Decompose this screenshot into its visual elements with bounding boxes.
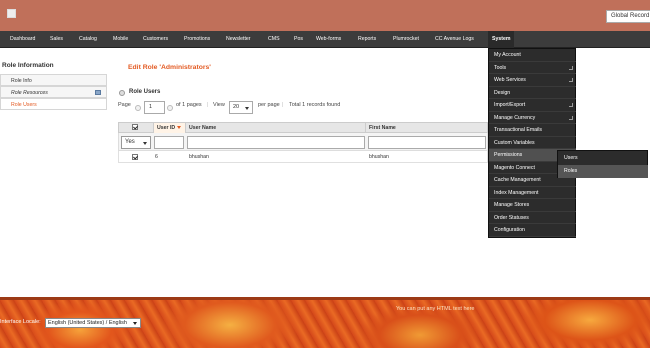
- prev-page-icon[interactable]: [135, 105, 141, 111]
- nav-newsletter[interactable]: Newsletter: [226, 31, 251, 48]
- grid-header: User ID User Name First Name: [118, 122, 488, 133]
- tab-role-users[interactable]: Role Users: [0, 98, 107, 110]
- permissions-submenu: Users Roles: [557, 150, 648, 178]
- header-bar: [0, 0, 650, 31]
- nav-promotions[interactable]: Promotions: [184, 31, 210, 48]
- page-title: Edit Role 'Administrators': [128, 64, 211, 71]
- table-row[interactable]: [118, 151, 488, 163]
- nav-catalog[interactable]: Catalog: [79, 31, 97, 48]
- pager-records-found: Total 1 records found: [289, 102, 341, 108]
- edit-icon: [95, 90, 101, 95]
- menu-item-tools[interactable]: Tools: [489, 62, 576, 74]
- per-page-value: 20: [233, 104, 240, 110]
- menu-item-index-management[interactable]: Index Management: [489, 187, 576, 199]
- user-id-filter-input[interactable]: [154, 136, 184, 149]
- cell-first-name: bhushan: [369, 154, 389, 160]
- menu-item-design[interactable]: Design: [489, 87, 576, 99]
- menu-item-manage-currency-label: Manage Currency: [494, 114, 536, 121]
- sort-arrow-icon: [177, 126, 182, 129]
- menu-item-web-services[interactable]: Web Services: [489, 74, 576, 87]
- sidebar-title: Role Information: [2, 62, 54, 69]
- menu-item-web-services-label: Web Services: [494, 77, 526, 83]
- column-user-id[interactable]: User ID: [154, 123, 186, 133]
- submenu-arrow-icon: [569, 115, 573, 120]
- menu-item-order-statuses[interactable]: Order Statuses: [489, 212, 576, 224]
- global-search-input[interactable]: Global Record Search: [606, 10, 650, 23]
- nav-pos[interactable]: Pos: [294, 31, 303, 48]
- submenu-arrow-icon: [569, 65, 573, 70]
- submenu-arrow-icon: [569, 78, 573, 82]
- tab-role-resources[interactable]: Role Resources: [0, 86, 107, 98]
- user-name-filter-input[interactable]: [187, 136, 365, 149]
- row-checkbox[interactable]: [132, 154, 138, 160]
- section-collapse-icon[interactable]: [119, 90, 125, 96]
- nav-customers[interactable]: Customers: [143, 31, 168, 48]
- in-role-filter-select[interactable]: Yes: [121, 136, 151, 149]
- nav-plumrocket[interactable]: Plumrocket: [393, 31, 419, 48]
- page-number-input[interactable]: 1: [144, 101, 165, 114]
- nav-web-forms[interactable]: Web-forms: [316, 31, 341, 48]
- tab-role-info[interactable]: Role Info: [0, 74, 107, 86]
- system-menu-dropdown: My Account Tools Web Services Design Imp…: [488, 48, 576, 238]
- menu-item-manage-stores[interactable]: Manage Stores: [489, 199, 576, 212]
- per-page-select[interactable]: 20: [229, 101, 253, 114]
- menu-item-transactional-emails[interactable]: Transactional Emails: [489, 124, 576, 137]
- column-first-name[interactable]: First Name: [366, 123, 489, 133]
- column-user-id-label: User ID: [157, 125, 176, 131]
- in-role-filter-value: Yes: [125, 139, 135, 145]
- nav-cms[interactable]: CMS: [268, 31, 280, 48]
- select-all-checkbox[interactable]: [132, 124, 138, 130]
- menu-item-permissions-label: Permissions: [494, 152, 523, 158]
- tab-role-resources-label: Role Resources: [11, 90, 48, 96]
- pager-page-label: Page: [118, 102, 131, 108]
- broken-image-icon[interactable]: [7, 9, 16, 18]
- menu-item-magento-connect-label: Magento Connect: [494, 164, 535, 171]
- pager-of-pages: of 1 pages: [176, 102, 202, 108]
- menu-item-custom-variables[interactable]: Custom Variables: [489, 137, 576, 149]
- chevron-down-icon: [133, 322, 137, 325]
- nav-system[interactable]: System: [488, 31, 515, 48]
- nav-mobile[interactable]: Mobile: [113, 31, 128, 48]
- section-title: Role Users: [129, 89, 161, 95]
- column-user-name[interactable]: User Name: [186, 123, 366, 133]
- submenu-item-roles[interactable]: Roles: [558, 165, 648, 178]
- submenu-item-users[interactable]: Users: [558, 152, 648, 165]
- pager-per-page-label: per page: [258, 102, 280, 108]
- menu-item-manage-currency[interactable]: Manage Currency: [489, 112, 576, 124]
- nav-sales[interactable]: Sales: [50, 31, 63, 48]
- menu-item-my-account[interactable]: My Account: [489, 49, 576, 62]
- menu-item-configuration[interactable]: Configuration: [489, 224, 576, 237]
- locale-label: Interface Locale:: [0, 319, 41, 325]
- menu-item-tools-label: Tools: [494, 64, 507, 71]
- nav-cc-avenue-logs[interactable]: CC Avenue Logs: [435, 31, 474, 48]
- menu-item-import-export[interactable]: Import/Export: [489, 99, 576, 112]
- menu-item-import-export-label: Import/Export: [494, 102, 526, 108]
- chevron-down-icon: [245, 107, 249, 110]
- nav-dashboard[interactable]: Dashboard: [10, 31, 35, 48]
- cell-user-id: 6: [155, 154, 158, 160]
- pager-view-label: View: [213, 102, 225, 108]
- pager-separator: |: [282, 102, 284, 108]
- nav-reports[interactable]: Reports: [358, 31, 376, 48]
- submenu-arrow-icon: [569, 103, 573, 107]
- first-name-filter-input[interactable]: [368, 136, 486, 149]
- pager-separator: |: [207, 102, 209, 108]
- cell-user-name: bhushan: [189, 154, 209, 160]
- chevron-down-icon: [143, 142, 147, 145]
- locale-select-value: English (United States) / English: [48, 320, 127, 326]
- locale-select[interactable]: English (United States) / English: [45, 318, 141, 328]
- footer-html-text: You can put any HTML text here: [396, 306, 475, 312]
- next-page-icon[interactable]: [167, 105, 173, 111]
- main-nav: Dashboard Sales Catalog Mobile Customers…: [0, 31, 650, 48]
